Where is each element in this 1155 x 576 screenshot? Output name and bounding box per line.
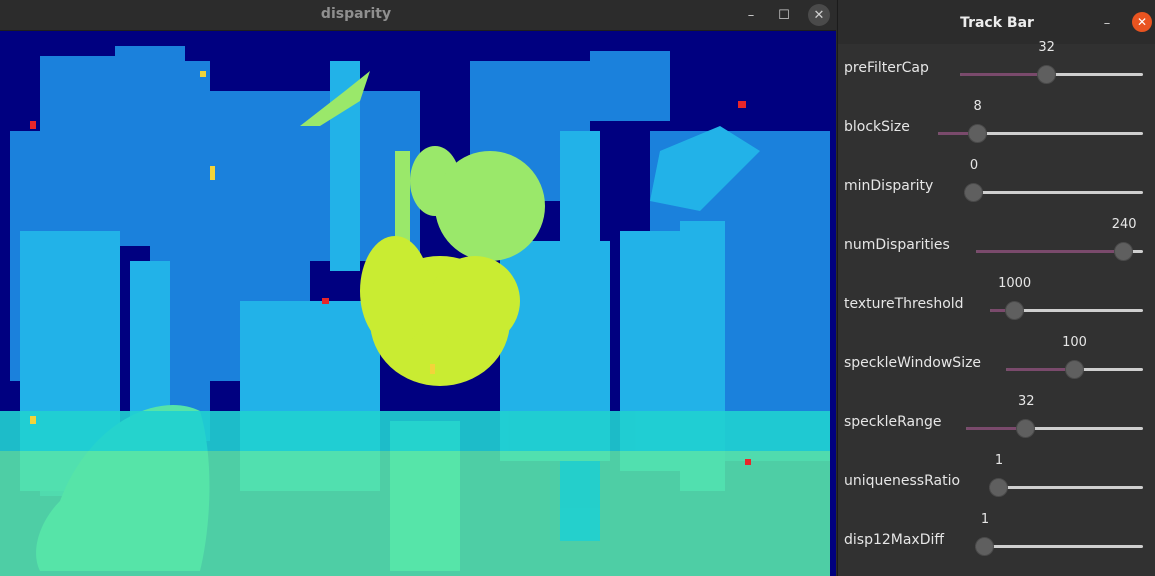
trackbar-label: disp12MaxDiff — [844, 532, 945, 548]
trackbar-handle[interactable] — [989, 478, 1008, 497]
trackbar-fill — [976, 250, 1125, 253]
trackbar-handle[interactable] — [1004, 301, 1024, 320]
trackbar-handle[interactable] — [964, 183, 983, 202]
disparity-titlebar[interactable]: disparity – ☐ ✕ — [0, 0, 836, 31]
trackbar-label: numDisparities — [844, 237, 950, 253]
trackbar-value: 100 — [1062, 335, 1087, 350]
trackbar-row: textureThreshold 1000 — [838, 272, 1155, 331]
trackbar-row: blockSize 8 — [838, 95, 1155, 154]
trackbar-label: blockSize — [844, 119, 910, 135]
trackbar-track[interactable] — [964, 191, 1143, 194]
trackbar-row: numDisparities 240 — [838, 213, 1155, 272]
trackbar-value: 32 — [1038, 40, 1055, 55]
trackbar-value: 240 — [1111, 217, 1137, 232]
trackbar-value: 0 — [969, 158, 979, 173]
trackbar-handle[interactable] — [967, 124, 987, 143]
trackbar-row: preFilterCap 32 — [838, 36, 1155, 95]
trackbar-handle[interactable] — [1064, 360, 1084, 379]
trackbar-handle[interactable] — [975, 537, 994, 556]
trackbar-row: speckleRange 32 — [838, 390, 1155, 449]
maximize-icon[interactable]: ☐ — [773, 4, 795, 26]
trackbar-fill — [960, 73, 1047, 76]
trackbar-label: uniquenessRatio — [844, 473, 961, 489]
trackbar-label: textureThreshold — [844, 296, 964, 312]
minimize-icon[interactable]: – — [740, 4, 762, 26]
trackbar-label: speckleWindowSize — [844, 355, 982, 371]
trackbar-label: speckleRange — [844, 414, 942, 430]
trackbar-value: 1 — [980, 512, 990, 527]
trackbar-handle[interactable] — [1016, 419, 1036, 438]
trackbar-track[interactable] — [975, 545, 1143, 548]
trackbar-handle[interactable] — [1114, 242, 1134, 261]
trackbar-row: uniquenessRatio 1 — [838, 449, 1155, 508]
close-icon[interactable]: ✕ — [808, 4, 830, 26]
trackbar-value: 8 — [973, 99, 982, 114]
trackbar-track[interactable] — [989, 486, 1143, 489]
trackbar-row: minDisparity 0 — [838, 154, 1155, 213]
minimize-icon[interactable]: – — [1096, 12, 1118, 34]
disparity-title: disparity — [320, 6, 392, 22]
trackbar-handle[interactable] — [1036, 65, 1056, 84]
trackbar-row: speckleWindowSize 100 — [838, 331, 1155, 390]
trackbar-value: 1 — [994, 453, 1004, 468]
trackbar-label: preFilterCap — [844, 60, 929, 76]
disparity-window: disparity – ☐ ✕ — [0, 0, 836, 576]
close-icon[interactable]: ✕ — [1132, 12, 1152, 32]
trackbar-label: minDisparity — [844, 178, 934, 194]
trackbar-row: disp12MaxDiff 1 — [838, 508, 1155, 567]
trackbar-window: Track Bar – ✕ preFilterCap 32 blockSize 8 mi… — [837, 0, 1155, 576]
trackbar-value: 1000 — [998, 276, 1032, 291]
trackbar-value: 32 — [1017, 394, 1035, 409]
disparity-map-image — [0, 31, 836, 576]
